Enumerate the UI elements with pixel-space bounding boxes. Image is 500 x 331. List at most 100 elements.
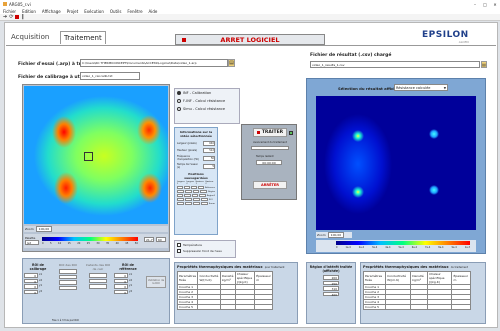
mode-simu-resistance-label: Simu - Calcul résistance (183, 107, 226, 111)
roi-tag: y1 (39, 284, 43, 287)
title-bar: ARG05_r.vi – □ ✕ (0, 0, 500, 8)
roi-tag: y1 (129, 284, 133, 287)
props-right-panel: Propriétés thermophysiques des matériaux… (360, 262, 486, 324)
test-file-field[interactable]: C:\Users\RC THERMICONCEPT\Documents\ACCE… (80, 59, 228, 67)
positions-row-label: Erreur (208, 202, 215, 205)
roi-calibration-x2[interactable]: 0 (24, 278, 38, 284)
menu-projet[interactable]: Projet (67, 9, 79, 14)
left-tick: 25 (86, 242, 90, 245)
left-colorbar (42, 237, 138, 241)
right-colorbar-ticks: 0 1e-4 2e-4 3e-4 4e-4 5e-4 6e-4 7e-4 8e-… (336, 246, 470, 249)
roi-reference-y1[interactable]: 0 (114, 284, 128, 289)
props-right-header: Chaleur spécifique J/(kg.K) (427, 271, 453, 285)
browse-folder-icon[interactable]: ▤ (228, 59, 235, 67)
roi-of-roi-title: ROI des ROI (59, 263, 77, 267)
scale-max-input[interactable]: 60 (156, 237, 166, 242)
props-right-header: Épaisseur m (451, 271, 471, 285)
roi-instants-field[interactable] (89, 273, 107, 278)
roi-instants-field[interactable] (89, 278, 107, 283)
right-tick: 3e-4 (372, 246, 378, 249)
region-value: 400 (323, 291, 339, 297)
stop-process-button[interactable]: ARRÊTER (253, 181, 287, 189)
left-tick: 30 (96, 242, 100, 245)
positions-row: Région (177, 190, 215, 193)
window-title: ARG05_r.vi (9, 1, 31, 7)
abort-icon[interactable] (15, 15, 20, 19)
info-height-value: 512 (203, 148, 215, 153)
props-right-title: Propriétés thermophysiques des matériaux (363, 265, 449, 269)
roi-reference-x1[interactable]: 0 (114, 273, 128, 278)
left-tick: 35 (105, 242, 110, 245)
stop-process-label: ARRÊTER (261, 183, 279, 187)
left-tick: 0 (42, 242, 44, 245)
menu-aide[interactable]: Aide (149, 9, 158, 14)
roi-instants-field[interactable] (89, 284, 107, 289)
roi-calibration-y1[interactable]: 0 (24, 284, 38, 289)
info-width-label: Largeur (pixels) (177, 142, 197, 145)
roi-confirm-button[interactable]: Validation de la ROI (146, 276, 166, 288)
close-button[interactable]: ✕ (490, 2, 500, 7)
menu-fenetre[interactable]: Fenêtre (127, 9, 142, 14)
right-zoom-value[interactable]: 100,00 (327, 232, 345, 238)
tab-traitement[interactable]: Traitement (60, 31, 106, 44)
menu-fichier[interactable]: Fichier (3, 9, 16, 14)
mode-inf-calibration[interactable]: INF - Calibration (175, 89, 239, 97)
option-background[interactable]: Suppression fond de l'eau (177, 249, 233, 253)
maximize-button[interactable]: □ (480, 2, 490, 7)
left-colorbar-ticks: 0 5 10 15 20 25 30 35 40 45 50 (42, 242, 138, 245)
result-file-field[interactable]: video_1_results_1.csv (310, 61, 480, 68)
time-remaining-value: 00:00:00 (256, 160, 282, 165)
roi-reference-x2[interactable]: 0 (114, 278, 128, 284)
palette-select[interactable]: Jet (25, 240, 39, 245)
roi-of-roi-field[interactable] (59, 269, 77, 274)
right-tick: 1e-4 (345, 246, 351, 249)
pause-icon[interactable]: ‖ (21, 14, 24, 20)
logo: EPSILON ALCEN (422, 30, 469, 44)
roi-tag: x2 (39, 278, 43, 282)
selection-marker[interactable] (84, 152, 93, 161)
minimize-button[interactable]: – (470, 2, 480, 7)
roi-of-roi-field[interactable] (59, 285, 77, 290)
result-select[interactable]: Résistance calculée ▼ (394, 84, 448, 91)
props-right-header: Conductivité W/(m.K) (385, 271, 412, 285)
option-temperature[interactable]: Température (177, 243, 233, 247)
positions-row: Référence (177, 186, 215, 189)
menu-execution[interactable]: Exécution (84, 9, 104, 14)
result-select-label: Sélection du résultat affiché (338, 86, 399, 91)
roi-calibration-title: ROI de calibrage (29, 263, 47, 271)
run-continuous-icon[interactable]: ⟳ (9, 14, 13, 20)
menu-outils[interactable]: Outils (110, 9, 122, 14)
left-zoom-value[interactable]: 100,00 (35, 226, 53, 232)
roi-calibration-y2[interactable]: 0 (24, 289, 38, 295)
menu-affichage[interactable]: Affichage (42, 9, 61, 14)
props-left-title: Propriétés thermophysiques des matériaux (177, 265, 263, 269)
result-browse-icon[interactable]: ▤ (481, 61, 487, 68)
left-thermal-image[interactable] (24, 86, 168, 224)
calib-file-value: video_1_cal.calib.txt (82, 74, 113, 78)
props-left-header: Conductivité W/(m.K) (197, 271, 221, 285)
run-arrow-icon[interactable]: ➔ (3, 14, 7, 20)
mode-simu-resistance[interactable]: Simu - Calcul résistance (175, 105, 239, 113)
positions-header: Largeur 1 (177, 181, 185, 185)
props-left-row-label: Couche 5 (176, 304, 199, 310)
radio-icon (177, 99, 181, 103)
stop-software-button[interactable]: ARRET LOGICIEL (175, 34, 325, 45)
roi-of-roi-field[interactable] (59, 280, 77, 285)
chevron-down-icon: ▼ (443, 85, 446, 90)
process-button[interactable]: TRAITER (253, 128, 287, 137)
roi-of-roi-field[interactable] (59, 274, 77, 279)
calib-file-field[interactable]: video_1_cal.calib.txt (80, 72, 140, 80)
left-zoom-row: Zoom 100,00 (24, 226, 168, 232)
tab-acquisition[interactable]: Acquisition (8, 31, 52, 43)
right-zoom-label: Zoom (317, 233, 326, 237)
region-value: 200 (323, 275, 339, 280)
roi-calibration-x1[interactable]: 0 (24, 273, 38, 278)
test-file-value: C:\Users\RC THERMICONCEPT\Documents\ACCE… (82, 61, 197, 65)
logo-text: EPSILON (422, 30, 469, 40)
positions-header: Largeur 2 (186, 181, 195, 185)
mode-finf-resistance[interactable]: F-INF - Calcul résistance (175, 97, 239, 105)
roi-reference-y2[interactable]: 0 (114, 289, 128, 295)
scale-min-input[interactable]: 21,7 (144, 237, 154, 242)
right-result-image[interactable] (316, 96, 476, 230)
menu-edition[interactable]: Edition (22, 9, 36, 14)
